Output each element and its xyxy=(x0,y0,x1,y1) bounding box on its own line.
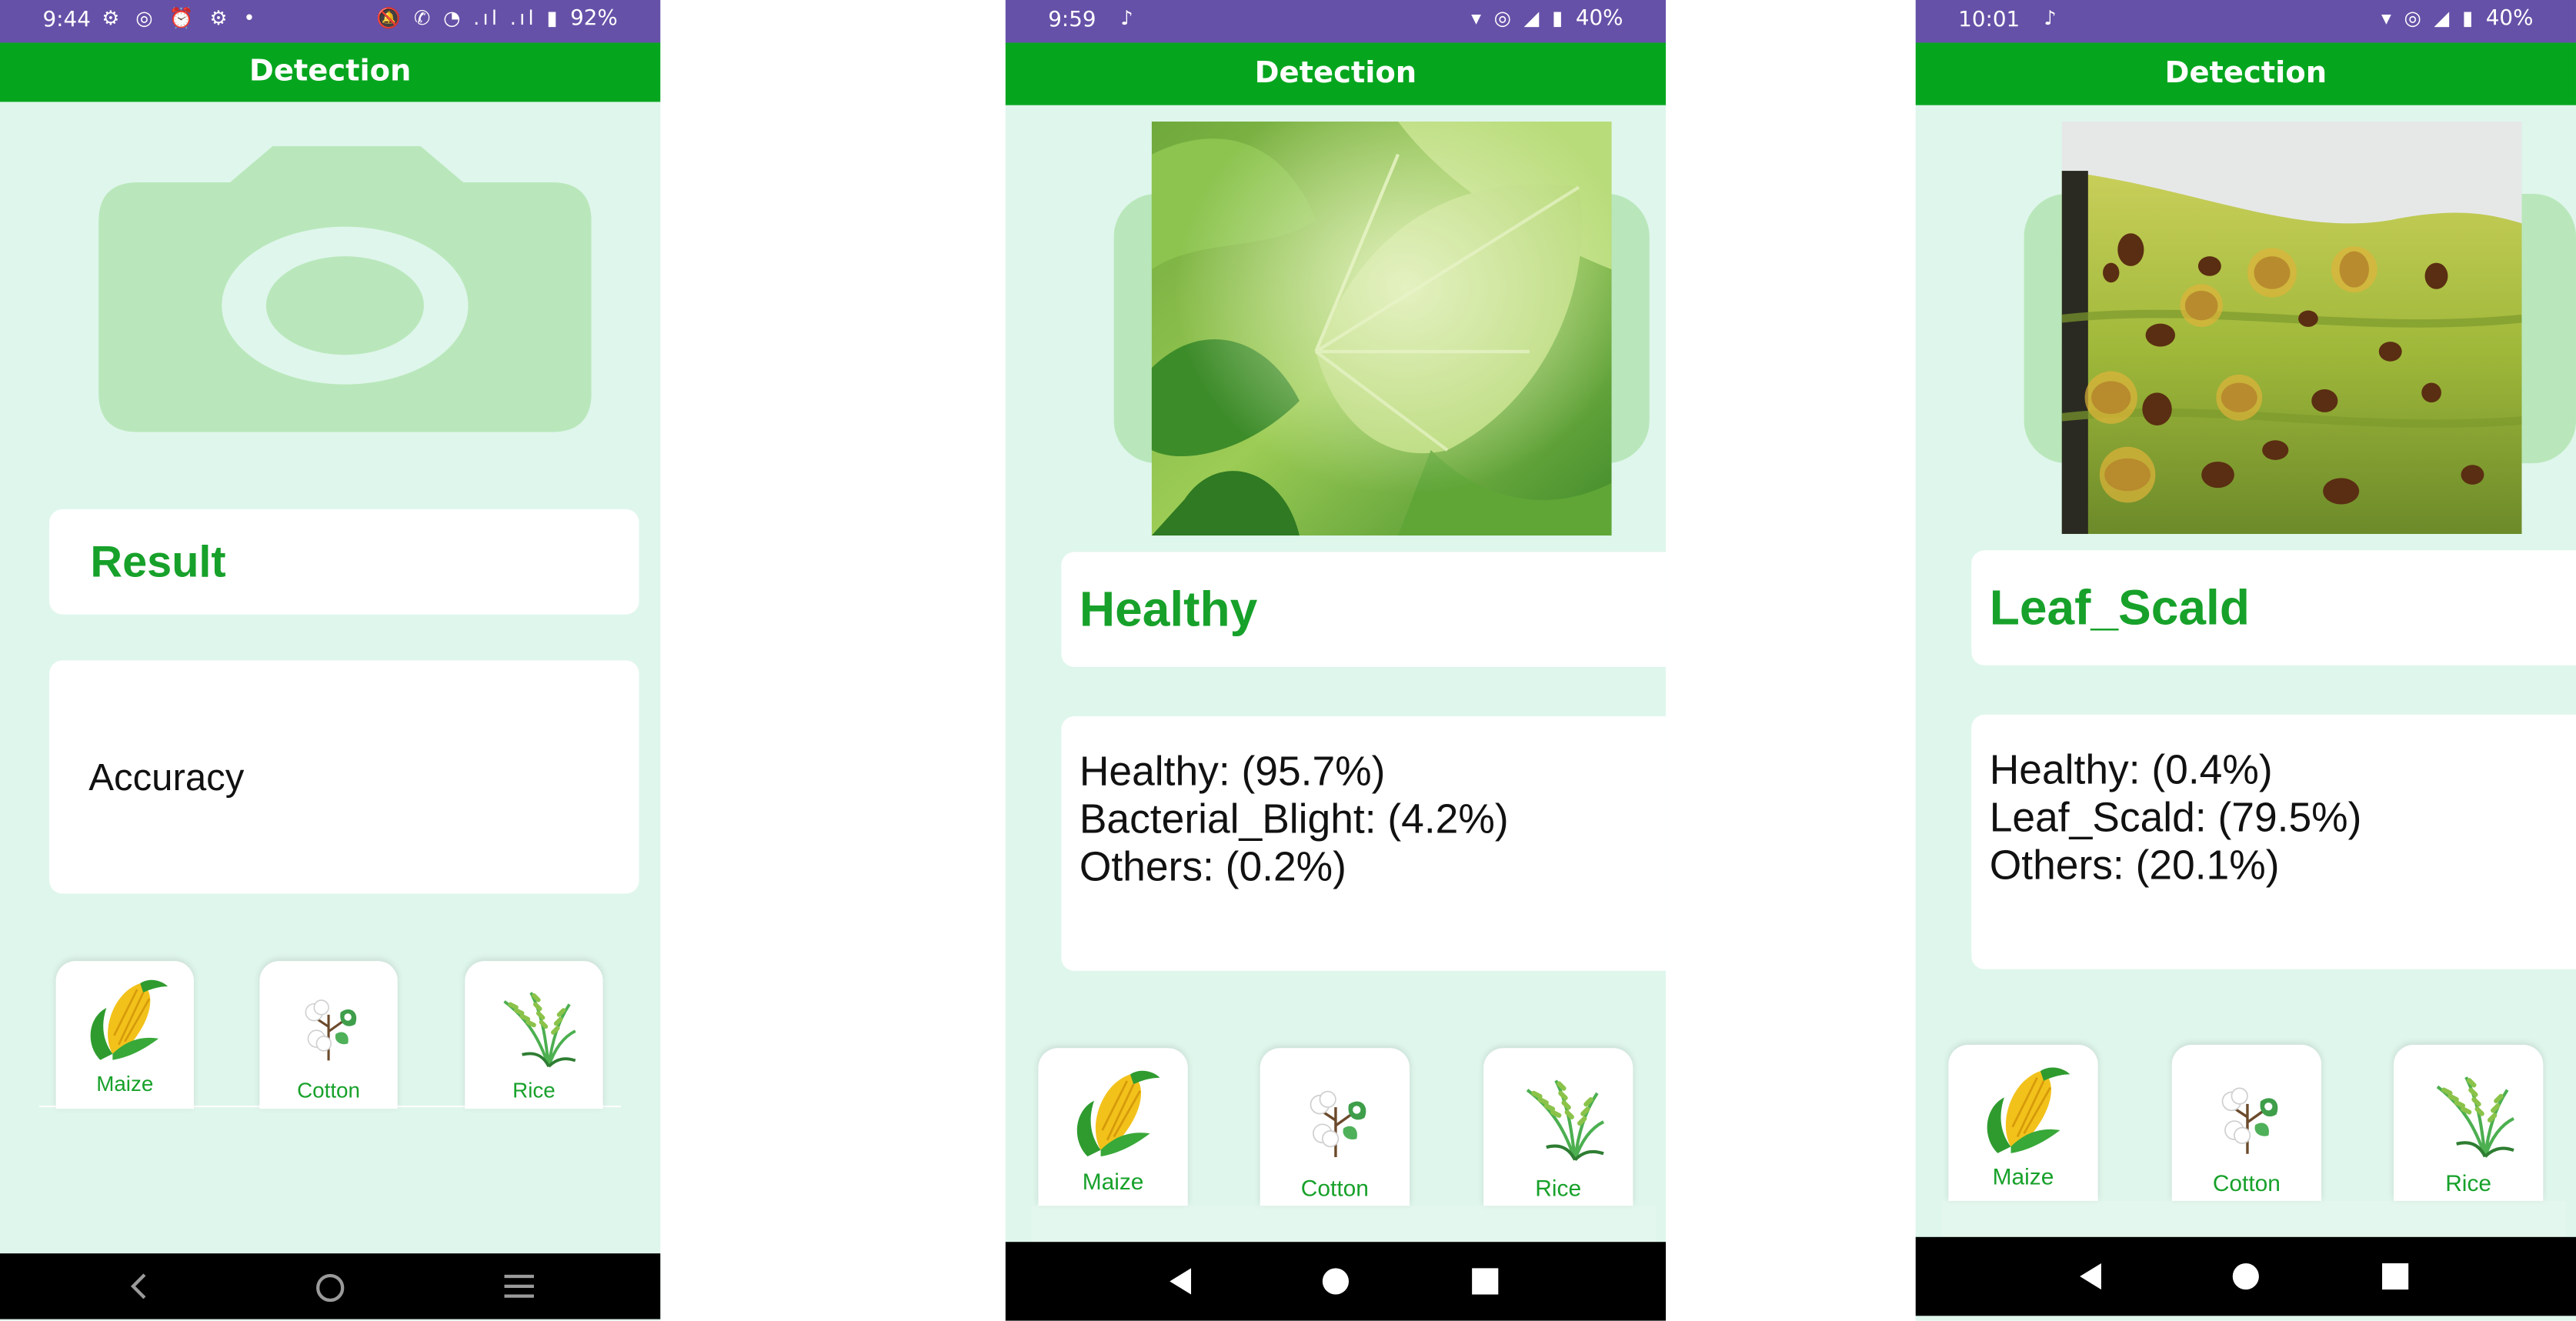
recents-icon[interactable] xyxy=(1470,1266,1500,1296)
battery-level: 92% xyxy=(570,6,618,32)
cotton-icon xyxy=(292,991,365,1063)
result-label: Leaf_Scald xyxy=(1989,581,2250,636)
crop-label-cotton: Cotton xyxy=(297,1077,360,1103)
crop-button-rice[interactable]: Rice xyxy=(1483,1048,1633,1206)
result-card: Healthy xyxy=(1061,552,1667,667)
app-title-bar: Detection xyxy=(0,42,661,102)
status-bar: 9:59 ♪ ▾ ◎ ◢ ▮ 40% xyxy=(1005,0,1667,43)
app-title-bar: Detection xyxy=(1915,42,2576,105)
crop-label-rice: Rice xyxy=(512,1077,556,1103)
result-label: Healthy xyxy=(1079,582,1258,638)
crop-bar-strip xyxy=(1031,1206,1657,1243)
navigation-bar xyxy=(0,1253,661,1319)
accuracy-line: Others: (20.1%) xyxy=(1989,842,2280,889)
crop-bar-strip xyxy=(1941,1200,2567,1237)
maize-icon xyxy=(1974,1061,2072,1159)
system-status-icons: ▾ ◎ ◢ ▮ 40% xyxy=(2381,6,2534,32)
accuracy-card: Accuracy xyxy=(49,660,639,894)
accuracy-line: Healthy: (0.4%) xyxy=(1989,747,2273,794)
status-time: 9:59 xyxy=(1048,8,1096,33)
captured-leaf-photo[interactable] xyxy=(1151,122,1612,536)
accuracy-card: Healthy: (95.7%) Bacterial_Blight: (4.2%… xyxy=(1061,716,1667,971)
phone-screen-3: 10:01 ♪ ▾ ◎ ◢ ▮ 40% Detection Leaf_Scald… xyxy=(1915,0,2576,1321)
status-time: 9:44 xyxy=(42,8,91,33)
rice-icon xyxy=(489,981,578,1069)
result-label: Result xyxy=(90,537,226,587)
home-icon[interactable] xyxy=(2231,1262,2261,1291)
accuracy-card: Healthy: (0.4%) Leaf_Scald: (79.5%) Othe… xyxy=(1971,714,2576,969)
crop-button-maize[interactable]: Maize xyxy=(1038,1048,1188,1206)
status-bar: 9:44 ⚙ ◎ ⏰ ⚙ • 🔕 ✆ ◔ .ıl .ıl ▮ 92% xyxy=(0,0,661,43)
back-icon[interactable] xyxy=(1166,1266,1196,1296)
cotton-icon xyxy=(1296,1081,1374,1159)
phone-screen-2: 9:59 ♪ ▾ ◎ ◢ ▮ 40% Detection Healthy Hea… xyxy=(1005,0,1667,1321)
navigation-bar xyxy=(1005,1242,1667,1321)
battery-level: 40% xyxy=(1575,6,1623,32)
accuracy-text: Accuracy xyxy=(88,754,244,802)
accuracy-text: Healthy: (95.7%) Bacterial_Blight: (4.2%… xyxy=(1079,749,1509,892)
status-time: 10:01 xyxy=(1958,8,2020,33)
crop-label-maize: Maize xyxy=(1992,1163,2054,1189)
rice-icon xyxy=(1510,1068,1606,1163)
crop-label-rice: Rice xyxy=(2445,1169,2492,1196)
crop-button-maize[interactable]: Maize xyxy=(1948,1044,2098,1201)
status-bar: 10:01 ♪ ▾ ◎ ◢ ▮ 40% xyxy=(1915,0,2576,43)
crop-button-cotton[interactable]: Cotton xyxy=(1260,1048,1410,1206)
accuracy-text: Healthy: (0.4%) Leaf_Scald: (79.5%) Othe… xyxy=(1990,748,2362,891)
phone-screen-1: 9:44 ⚙ ◎ ⏰ ⚙ • 🔕 ✆ ◔ .ıl .ıl ▮ 92% Detec… xyxy=(0,0,661,1321)
system-status-icons: ▾ ◎ ◢ ▮ 40% xyxy=(1471,6,1623,32)
captured-leaf-photo[interactable] xyxy=(2061,122,2522,534)
home-icon[interactable] xyxy=(1321,1266,1350,1296)
crop-button-cotton[interactable]: Cotton xyxy=(259,961,398,1109)
accuracy-line: Others: (0.2%) xyxy=(1079,844,1346,891)
app-title: Detection xyxy=(2164,55,2327,91)
maize-icon xyxy=(1064,1065,1163,1163)
accuracy-line: Leaf_Scald: (79.5%) xyxy=(1989,795,2362,842)
back-icon[interactable] xyxy=(2077,1262,2106,1291)
recents-icon[interactable] xyxy=(2381,1262,2410,1291)
home-icon[interactable] xyxy=(314,1272,347,1305)
rice-icon xyxy=(2421,1065,2516,1160)
crop-label-maize: Maize xyxy=(96,1071,154,1096)
crop-label-cotton: Cotton xyxy=(1300,1174,1369,1201)
crop-button-rice[interactable]: Rice xyxy=(465,961,603,1109)
crop-button-maize[interactable]: Maize xyxy=(55,961,194,1109)
system-status-icons: 🔕 ✆ ◔ .ıl .ıl ▮ 92% xyxy=(376,6,618,32)
result-card: Result xyxy=(49,509,639,615)
camera-icon[interactable] xyxy=(98,146,592,432)
app-title: Detection xyxy=(1254,55,1417,91)
accuracy-line: Bacterial_Blight: (4.2%) xyxy=(1079,796,1509,843)
navigation-bar xyxy=(1915,1236,2576,1316)
crop-label-cotton: Cotton xyxy=(2212,1169,2281,1196)
screenshot-stage: 9:44 ⚙ ◎ ⏰ ⚙ • 🔕 ✆ ◔ .ıl .ıl ▮ 92% Detec… xyxy=(0,0,2576,1321)
app-title-bar: Detection xyxy=(1005,42,1667,105)
notification-icons: ♪ xyxy=(1120,6,1138,30)
result-card: Leaf_Scald xyxy=(1971,550,2576,666)
crop-button-cotton[interactable]: Cotton xyxy=(2171,1044,2322,1201)
app-title: Detection xyxy=(249,54,412,89)
battery-level: 40% xyxy=(2485,6,2534,32)
crop-button-rice[interactable]: Rice xyxy=(2393,1044,2544,1201)
accuracy-line: Healthy: (95.7%) xyxy=(1079,749,1386,796)
notification-icons: ⚙ ◎ ⏰ ⚙ • xyxy=(102,6,260,30)
back-icon[interactable] xyxy=(125,1272,154,1301)
notification-icons: ♪ xyxy=(2044,6,2061,30)
cotton-icon xyxy=(2207,1078,2286,1156)
crop-label-rice: Rice xyxy=(1535,1174,1582,1201)
crop-label-maize: Maize xyxy=(1082,1168,1144,1195)
accuracy-line: Accuracy xyxy=(88,756,245,799)
menu-icon[interactable] xyxy=(502,1273,536,1299)
maize-icon xyxy=(78,974,171,1066)
